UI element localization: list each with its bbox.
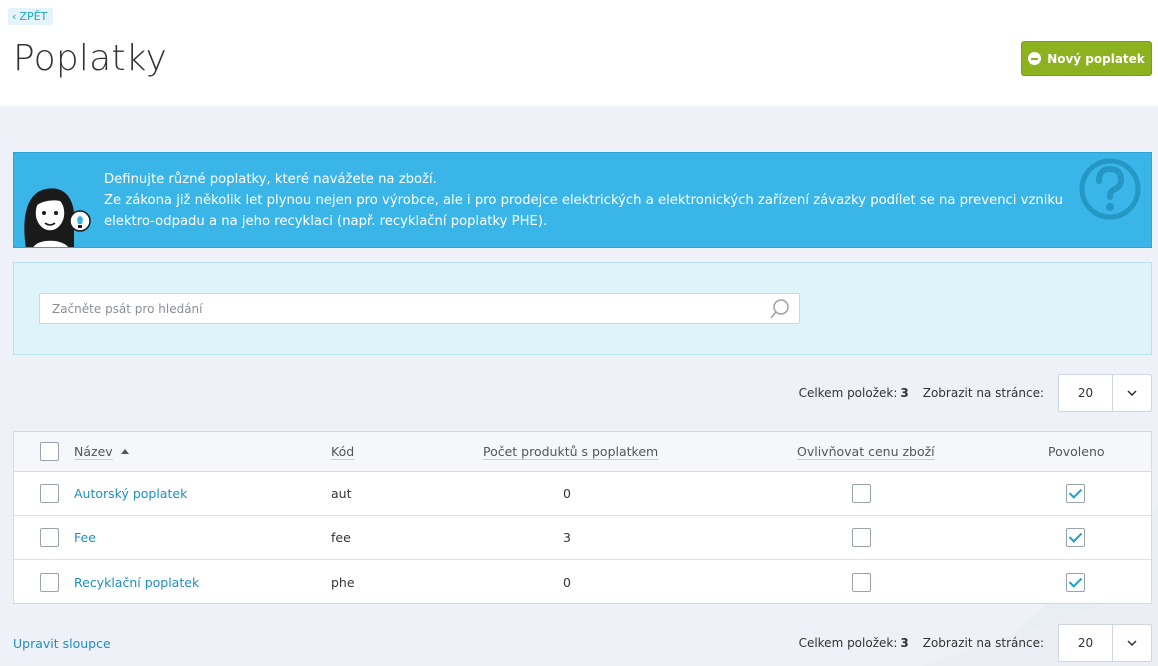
chevron-down-icon[interactable] [1113,625,1151,661]
info-line-3: elektro-odpadu a na jeho recyklaci (např… [104,214,548,229]
pager-top: Celkem položek: 3 Zobrazit na stránce: 2… [799,374,1152,412]
fees-table: Název Kód Počet produktů s poplatkem Ovl… [13,431,1152,604]
column-header-affects-price[interactable]: Ovlivňovat cenu zboží [797,432,935,471]
info-banner: Definujte různé poplatky, které navážete… [13,152,1152,248]
search-input[interactable] [39,293,800,324]
enabled-checkbox[interactable] [1066,528,1085,547]
search-icon[interactable] [769,298,791,320]
column-header-name[interactable]: Název [74,432,129,471]
column-header-name-label: Název [74,444,113,459]
row-select-checkbox[interactable] [40,572,59,592]
fee-code: fee [331,530,351,545]
row-select-checkbox[interactable] [40,484,59,503]
column-header-code-label: Kód [331,444,355,459]
column-header-code[interactable]: Kód [331,432,354,471]
column-header-enabled-label: Povoleno [1048,444,1105,459]
per-page-value: 20 [1059,375,1113,411]
affects-price-checkbox[interactable] [852,484,871,503]
select-all-cell [40,432,59,471]
total-items-label: Celkem položek: [798,636,898,650]
fee-products-count: 0 [563,574,571,590]
total-items-label: Celkem položek: [798,386,898,400]
search-panel [13,262,1152,355]
chevron-left-icon: ‹ [12,10,17,23]
fee-products-count: 3 [563,530,571,545]
fee-name-link[interactable]: Recyklační poplatek [74,575,199,590]
affects-price-checkbox[interactable] [852,572,871,592]
row-select-checkbox[interactable] [40,528,59,547]
mascot-illustration [24,188,91,247]
fee-code: phe [331,574,355,590]
total-items-value: 3 [900,386,909,400]
edit-columns-link[interactable]: Upravit sloupce [13,636,111,651]
select-all-checkbox[interactable] [40,442,59,461]
sort-ascending-icon [120,449,129,454]
chevron-down-icon[interactable] [1113,375,1151,411]
back-link[interactable]: ‹ ZPĚT [8,8,54,25]
back-label: ZPĚT [19,10,48,23]
column-header-enabled[interactable]: Povoleno [1048,432,1105,471]
enabled-checkbox[interactable] [1066,484,1085,503]
page-title: Poplatky [13,38,167,79]
total-items-value: 3 [900,636,909,650]
table-row: Autorský poplatek aut 0 [14,472,1151,516]
per-page-label: Zobrazit na stránce: [922,386,1044,400]
table-row: Recyklační poplatek phe 0 [14,560,1151,604]
enabled-checkbox[interactable] [1066,572,1085,592]
info-line-1: Definujte různé poplatky, které navážete… [104,172,437,187]
info-text: Definujte různé poplatky, které navážete… [104,169,1063,232]
page-header: ‹ ZPĚT Poplatky Nový poplatek [0,0,1158,106]
column-header-products-count[interactable]: Počet produktů s poplatkem [483,432,658,471]
plus-circle-icon [1028,52,1042,65]
table-header: Název Kód Počet produktů s poplatkem Ovl… [14,432,1151,472]
info-line-2: Ze zákona již několik let plynou nejen p… [104,193,1063,208]
column-header-products-count-label: Počet produktů s poplatkem [483,444,659,459]
question-mark-icon [1079,158,1141,220]
per-page-select[interactable]: 20 [1058,624,1152,662]
new-fee-button[interactable]: Nový poplatek [1021,41,1152,76]
per-page-select[interactable]: 20 [1058,374,1152,412]
new-fee-button-label: Nový poplatek [1047,51,1145,66]
fee-name-link[interactable]: Autorský poplatek [74,486,187,501]
pager-bottom: Celkem položek: 3 Zobrazit na stránce: 2… [799,624,1152,662]
column-header-affects-price-label: Ovlivňovat cenu zboží [797,444,935,459]
fee-code: aut [331,486,352,501]
fee-products-count: 0 [563,486,571,501]
per-page-label: Zobrazit na stránce: [922,636,1044,650]
table-row: Fee fee 3 [14,516,1151,560]
affects-price-checkbox[interactable] [852,528,871,547]
per-page-value: 20 [1059,625,1113,661]
fee-name-link[interactable]: Fee [74,530,96,545]
